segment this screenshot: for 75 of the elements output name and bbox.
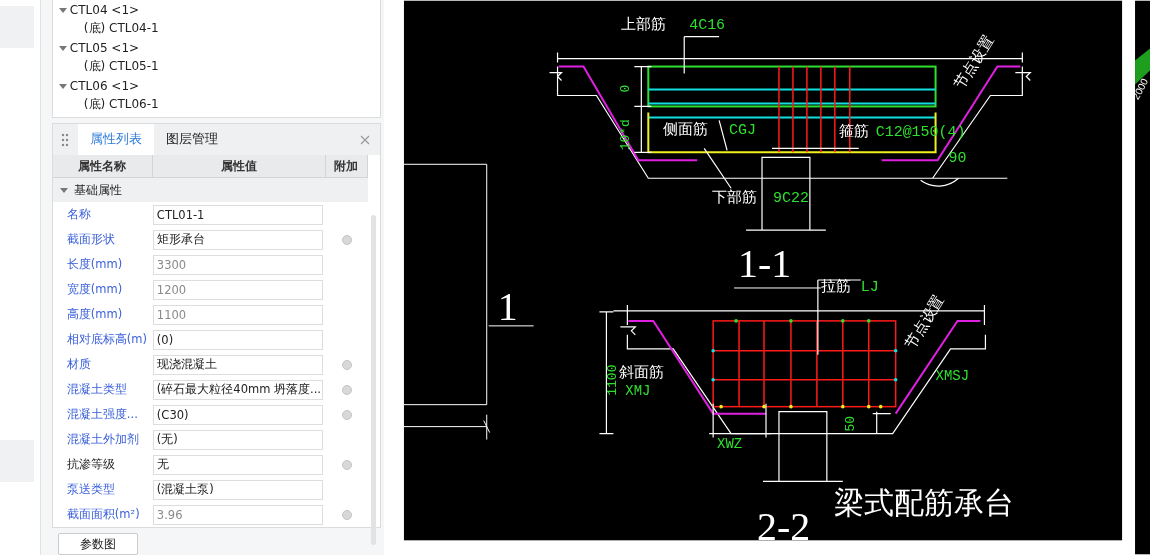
property-value-field: 3.96 [152,504,323,525]
property-value-field[interactable]: (0) [152,329,323,350]
bar-label: 上部筋 [621,14,667,33]
bar-code: XMJ [625,382,651,399]
bar-label: 斜面筋 [619,362,665,381]
attach-dot-icon[interactable] [341,459,352,470]
column-header: 属性名称 [52,155,153,178]
column-header: 附加 [325,155,368,178]
column-header: 属性值 [152,155,326,178]
bar-code: XWZ [717,435,743,452]
property-value-field[interactable]: 现浇混凝土 [152,354,323,375]
property-name: 相对底标高(m) [65,331,149,348]
section-mark: 1 [497,283,518,329]
attach-dot-icon[interactable] [341,409,352,420]
attach-dot-icon[interactable] [341,509,352,520]
tree-item[interactable]: (底) CTL06-1 [83,96,159,113]
panel-tab[interactable]: 图层管理 [153,124,230,155]
section-title: 1-1 [738,241,792,286]
attach-dot-icon[interactable] [341,234,352,245]
property-value-field: 1100 [152,304,323,325]
property-name: 混凝土类型 [65,381,128,398]
parameter-diagram-button[interactable]: 参数图 [57,533,138,555]
attach-dot-icon[interactable] [341,359,352,370]
tree-item[interactable]: (底) CTL04-1 [83,20,159,37]
angle-text: 90 [948,150,967,167]
bar-code: LJ [860,278,879,295]
section-title: 2-2 [757,504,811,550]
property-name: 宽度(mm) [65,281,124,298]
drawing-caption: 梁式配筋承台 [833,485,1014,521]
tree-item[interactable]: CTL04 <1> [69,2,140,17]
property-value-field[interactable]: 无 [152,454,323,475]
tree-item[interactable]: CTL06 <1> [69,78,140,93]
node-note: 节点设置 [950,32,998,93]
tree-item[interactable]: (底) CTL05-1 [83,58,159,75]
panel-tab[interactable]: 属性列表 [77,124,154,155]
attach-dot-icon[interactable] [341,384,352,395]
dimension-text: 50 [842,416,858,432]
property-name: 抗渗等级 [65,456,116,473]
collapse-caret-icon[interactable] [58,43,67,52]
property-value-field: 3300 [152,254,323,275]
property-name: 截面面积(m²) [65,506,141,523]
property-name: 长度(mm) [65,256,124,273]
property-name: 材质 [65,356,92,373]
node-note: 节点设置 [900,291,948,352]
property-name: 高度(mm) [65,306,124,323]
property-value-field[interactable]: (碎石最大粒径40mm 坍落度... [152,379,323,400]
property-name: 混凝土外加剂 [65,431,140,448]
bar-code: 9C22 [772,190,809,207]
bar-code: XMSJ [935,367,970,384]
property-value-field[interactable]: (C30) [152,404,323,425]
splitter-bar[interactable] [40,0,52,555]
bar-label: 侧面筋 [663,120,709,139]
collapse-caret-icon[interactable] [58,5,67,14]
dimension-text: 0 [618,84,634,93]
close-icon[interactable] [360,134,370,145]
bar-label: 下部筋 [712,188,758,207]
property-name: 混凝土强度... [65,406,139,423]
property-name: 泵送类型 [65,481,116,498]
drag-handle-icon[interactable] [60,132,69,147]
property-name: 名称 [65,206,92,223]
bar-code: CGJ [729,122,756,139]
property-value-field[interactable]: CTL01-1 [152,204,323,225]
collapse-caret-icon[interactable] [58,81,67,90]
scrollbar[interactable] [371,215,376,545]
tree-item[interactable]: CTL05 <1> [69,40,140,55]
property-name: 截面形状 [65,231,116,248]
property-value-field[interactable]: 矩形承台 [152,229,323,250]
property-value-field: 1200 [152,279,323,300]
group-title: 基础属性 [73,181,122,199]
bar-code: 4C16 [689,16,726,33]
property-value-field[interactable]: (无) [152,429,323,450]
bar-label: 拉筋 [820,276,851,295]
collapse-caret-icon[interactable] [59,186,68,194]
dimension-text: 10*d [618,119,634,151]
property-value-field[interactable]: (混凝土泵) [152,479,323,500]
